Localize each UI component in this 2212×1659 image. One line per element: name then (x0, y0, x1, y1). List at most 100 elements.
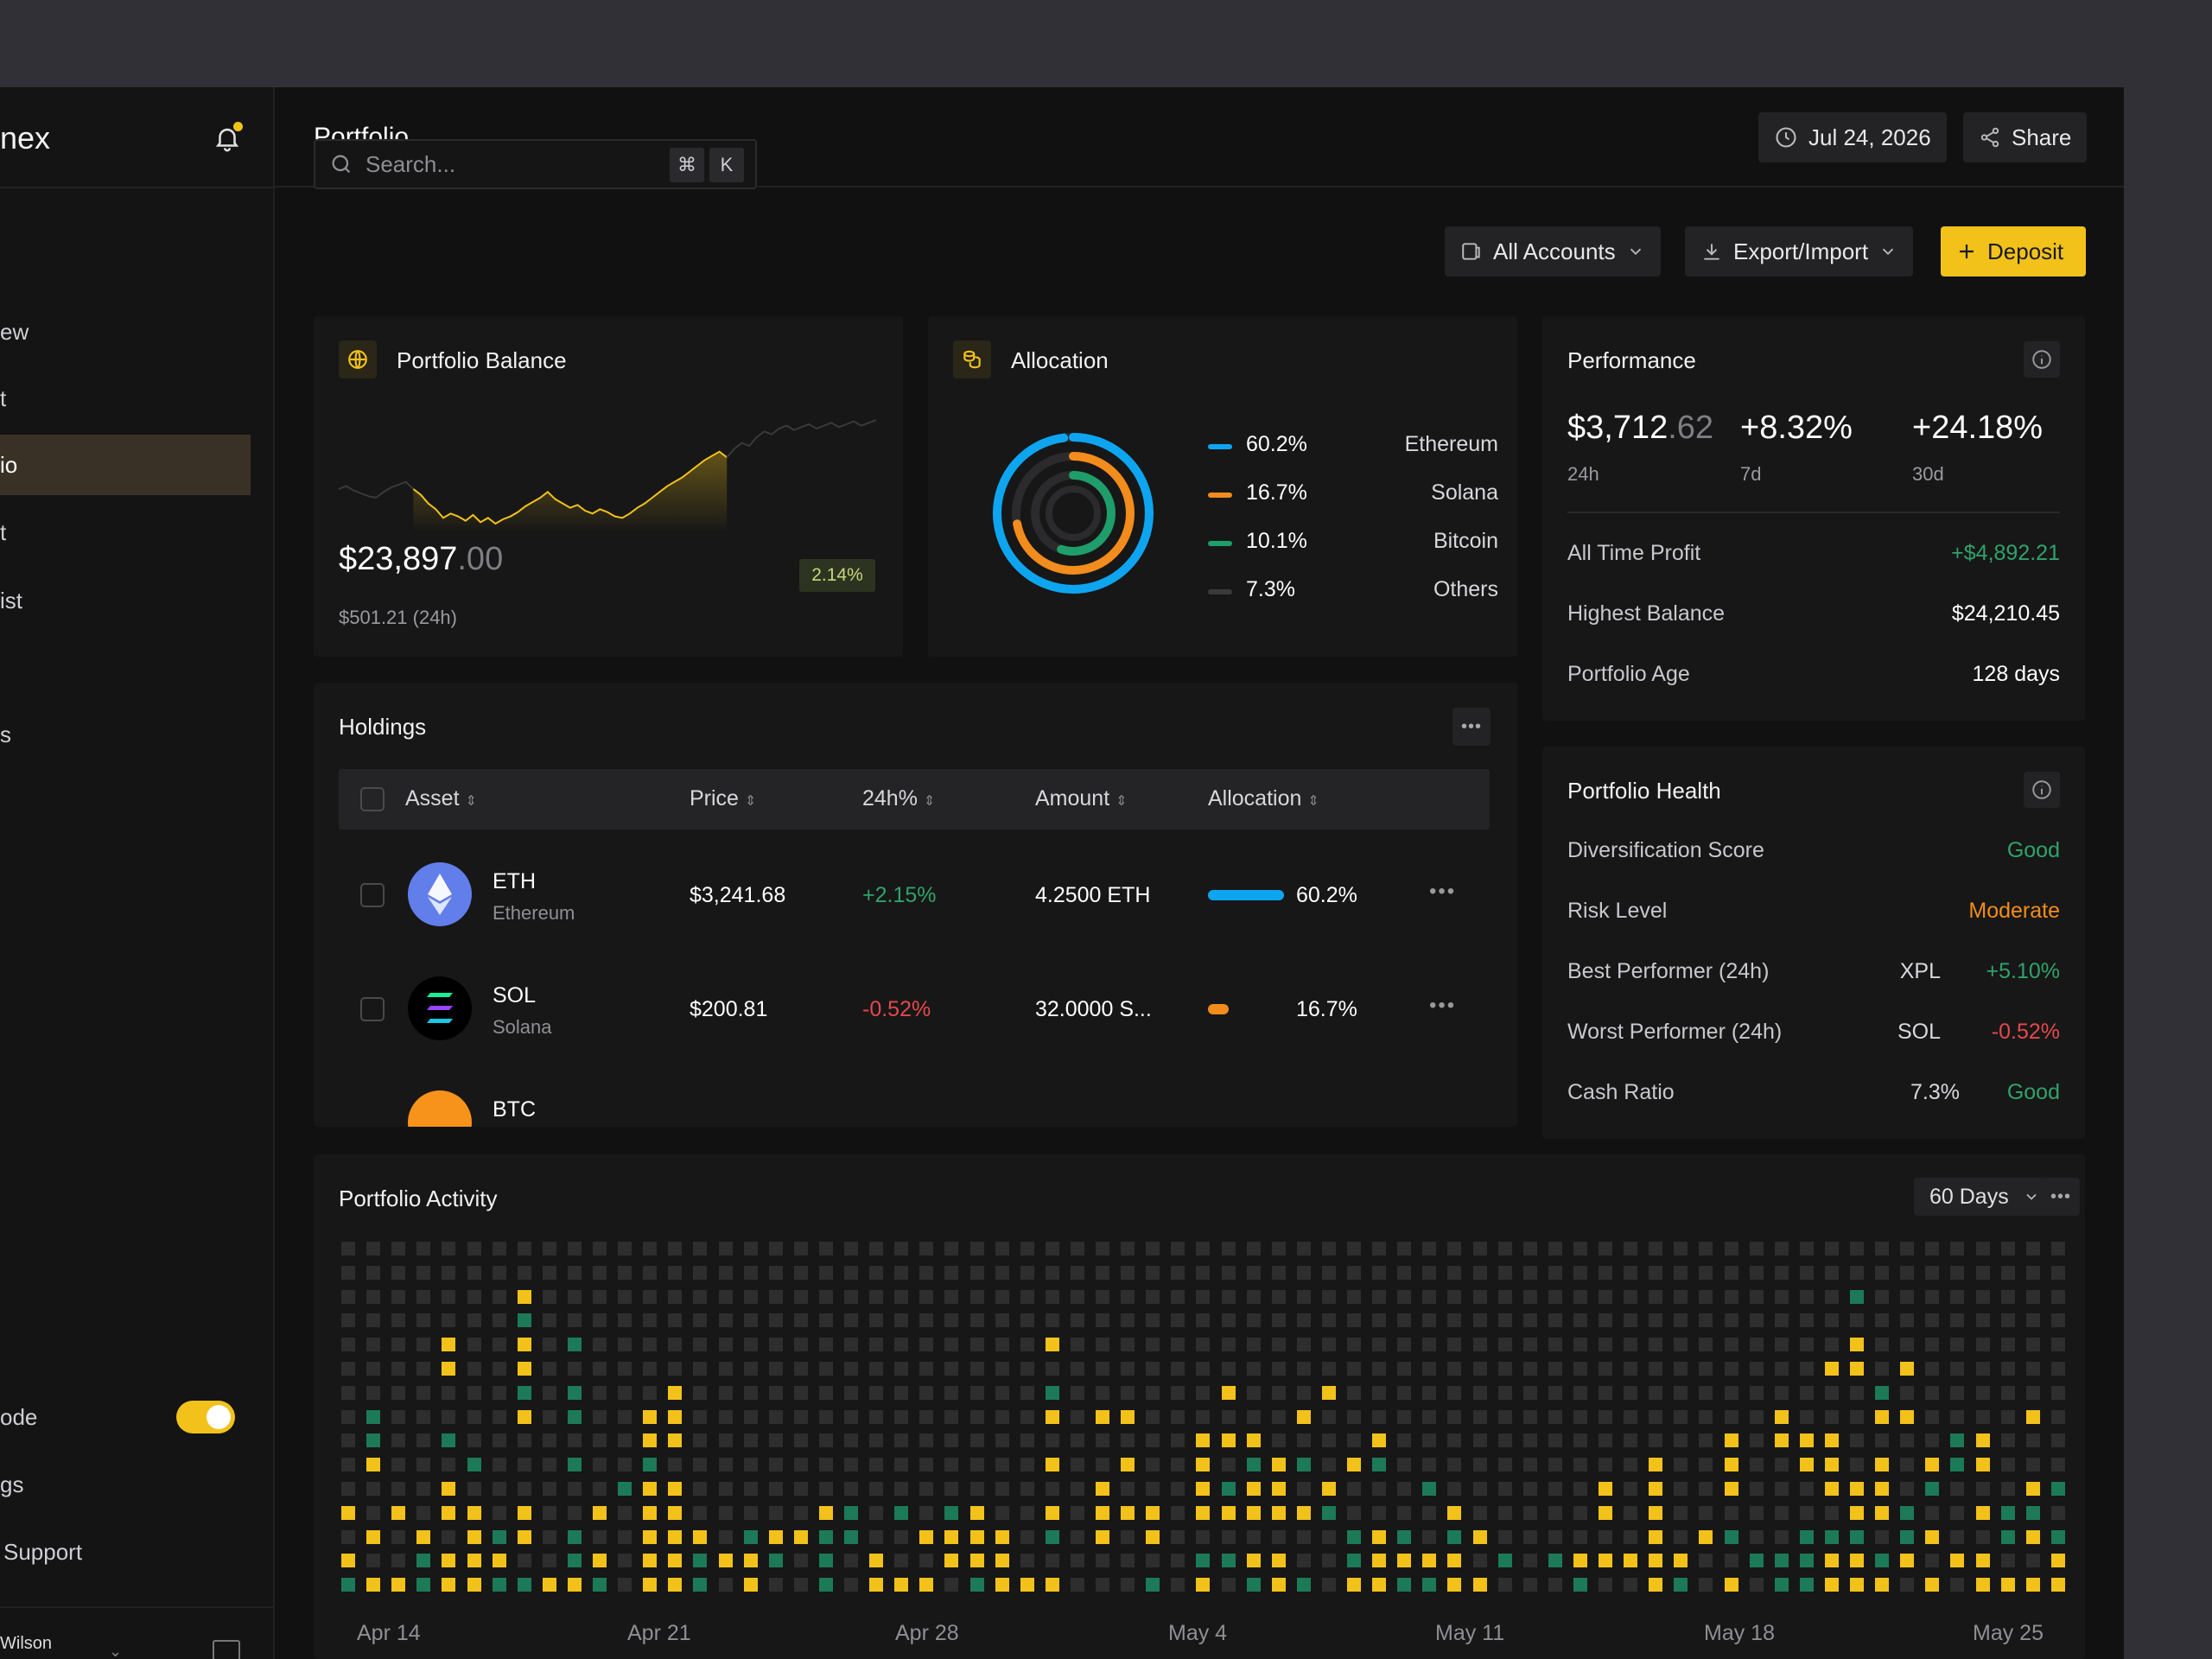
activity-cell[interactable] (1271, 1289, 1286, 1304)
activity-cell[interactable] (1397, 1554, 1412, 1568)
activity-cell[interactable] (1749, 1289, 1764, 1304)
activity-cell[interactable] (1296, 1265, 1311, 1280)
activity-cell[interactable] (2000, 1242, 2015, 1255)
activity-cell[interactable] (1447, 1578, 1462, 1592)
activity-cell[interactable] (1321, 1529, 1336, 1544)
activity-cell[interactable] (618, 1578, 632, 1592)
activity-cell[interactable] (1799, 1529, 1814, 1544)
activity-cell[interactable] (1146, 1362, 1160, 1376)
activity-cell[interactable] (1749, 1338, 1764, 1352)
activity-cell[interactable] (1472, 1458, 1487, 1472)
activity-cell[interactable] (1875, 1458, 1890, 1472)
activity-cell[interactable] (1975, 1409, 1990, 1424)
activity-cell[interactable] (366, 1338, 381, 1352)
activity-cell[interactable] (768, 1385, 783, 1400)
activity-cell[interactable] (567, 1529, 582, 1544)
activity-cell[interactable] (2050, 1482, 2065, 1496)
activity-cell[interactable] (2000, 1554, 2015, 1568)
activity-cell[interactable] (1522, 1409, 1537, 1424)
activity-cell[interactable] (442, 1458, 456, 1472)
activity-cell[interactable] (467, 1362, 481, 1376)
activity-cell[interactable] (768, 1458, 783, 1472)
activity-cell[interactable] (1925, 1289, 1940, 1304)
activity-cell[interactable] (1900, 1529, 1915, 1544)
activity-cell[interactable] (793, 1554, 808, 1568)
activity-cell[interactable] (1146, 1242, 1160, 1255)
activity-cell[interactable] (1070, 1242, 1084, 1255)
activity-cell[interactable] (492, 1385, 506, 1400)
activity-cell[interactable] (668, 1313, 683, 1328)
activity-cell[interactable] (1121, 1385, 1135, 1400)
activity-cell[interactable] (2025, 1242, 2040, 1255)
activity-cell[interactable] (668, 1289, 683, 1304)
activity-cell[interactable] (1321, 1482, 1336, 1496)
activity-cell[interactable] (2000, 1505, 2015, 1520)
activity-cell[interactable] (2025, 1338, 2040, 1352)
activity-cell[interactable] (768, 1313, 783, 1328)
activity-cell[interactable] (1397, 1313, 1412, 1328)
activity-cell[interactable] (1397, 1529, 1412, 1544)
activity-cell[interactable] (995, 1458, 1009, 1472)
activity-cell[interactable] (618, 1409, 632, 1424)
row-more-icon[interactable]: ••• (1429, 994, 1456, 1018)
activity-cell[interactable] (366, 1458, 381, 1472)
activity-cell[interactable] (2050, 1433, 2065, 1448)
activity-cell[interactable] (1121, 1362, 1135, 1376)
activity-cell[interactable] (1372, 1505, 1387, 1520)
activity-cell[interactable] (1397, 1433, 1412, 1448)
activity-cell[interactable] (1246, 1242, 1261, 1255)
activity-cell[interactable] (1070, 1578, 1084, 1592)
activity-cell[interactable] (1699, 1433, 1713, 1448)
activity-cell[interactable] (1774, 1338, 1789, 1352)
activity-cell[interactable] (2000, 1338, 2015, 1352)
activity-cell[interactable] (1774, 1529, 1789, 1544)
activity-cell[interactable] (1121, 1265, 1135, 1280)
activity-cell[interactable] (1221, 1313, 1236, 1328)
activity-cell[interactable] (593, 1289, 607, 1304)
activity-cell[interactable] (567, 1385, 582, 1400)
activity-cell[interactable] (1674, 1313, 1688, 1328)
activity-cell[interactable] (1472, 1242, 1487, 1255)
activity-cell[interactable] (1045, 1409, 1059, 1424)
activity-cell[interactable] (1824, 1313, 1839, 1328)
activity-cell[interactable] (1246, 1313, 1261, 1328)
activity-cell[interactable] (1799, 1338, 1814, 1352)
activity-cell[interactable] (995, 1362, 1009, 1376)
activity-cell[interactable] (743, 1385, 758, 1400)
activity-cell[interactable] (618, 1505, 632, 1520)
activity-cell[interactable] (1950, 1458, 1965, 1472)
activity-cell[interactable] (743, 1362, 758, 1376)
activity-cell[interactable] (341, 1362, 355, 1376)
activity-cell[interactable] (1774, 1433, 1789, 1448)
activity-cell[interactable] (1497, 1482, 1512, 1496)
activity-cell[interactable] (341, 1578, 355, 1592)
activity-cell[interactable] (1875, 1482, 1890, 1496)
activity-cell[interactable] (391, 1578, 406, 1592)
activity-cell[interactable] (718, 1505, 733, 1520)
activity-cell[interactable] (1699, 1458, 1713, 1472)
activity-cell[interactable] (366, 1529, 381, 1544)
activity-cell[interactable] (1724, 1362, 1738, 1376)
activity-cell[interactable] (1774, 1385, 1789, 1400)
activity-cell[interactable] (2050, 1313, 2065, 1328)
activity-cell[interactable] (1146, 1289, 1160, 1304)
activity-cell[interactable] (1599, 1362, 1612, 1376)
activity-cell[interactable] (818, 1289, 833, 1304)
activity-cell[interactable] (593, 1409, 607, 1424)
activity-cell[interactable] (1347, 1409, 1361, 1424)
activity-cell[interactable] (1121, 1433, 1135, 1448)
col-header-amount[interactable]: Amount ⇕ (1035, 786, 1128, 811)
activity-cell[interactable] (844, 1385, 858, 1400)
activity-cell[interactable] (542, 1385, 556, 1400)
activity-cell[interactable] (618, 1265, 632, 1280)
activity-cell[interactable] (542, 1433, 556, 1448)
activity-cell[interactable] (618, 1433, 632, 1448)
activity-cell[interactable] (844, 1529, 858, 1544)
activity-cell[interactable] (1850, 1362, 1864, 1376)
activity-cell[interactable] (593, 1505, 607, 1520)
activity-cell[interactable] (844, 1409, 858, 1424)
activity-cell[interactable] (818, 1554, 833, 1568)
activity-cell[interactable] (944, 1554, 959, 1568)
activity-cell[interactable] (969, 1578, 984, 1592)
activity-cell[interactable] (567, 1578, 582, 1592)
